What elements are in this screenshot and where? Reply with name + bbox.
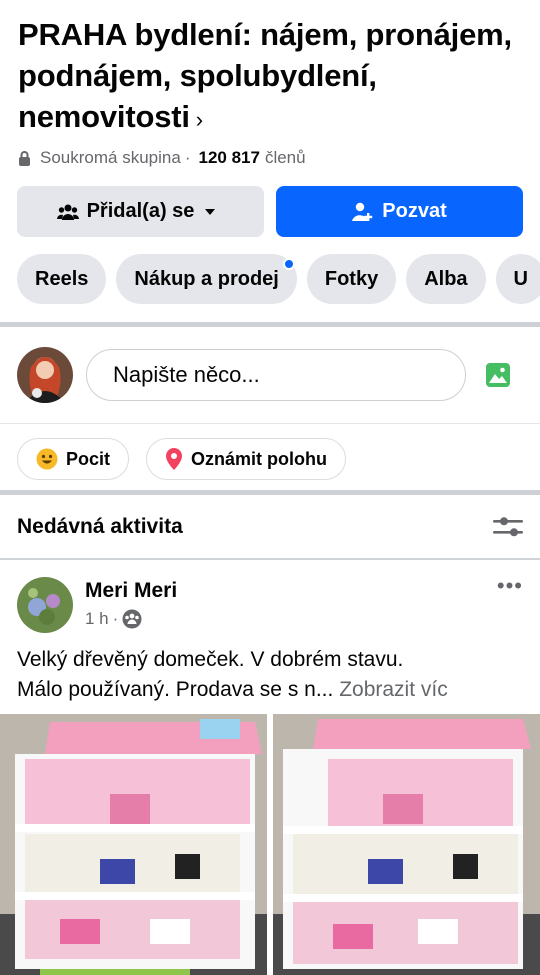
tab-reels[interactable]: Reels [17, 254, 107, 304]
group-title[interactable]: PRAHA bydlení: nájem, pronájem, podnájem… [18, 14, 522, 140]
filter-sliders-icon[interactable] [493, 515, 523, 539]
chevron-right-icon[interactable]: › [196, 107, 203, 132]
post-photos [0, 714, 540, 975]
joined-label: Přidal(a) se [86, 200, 195, 222]
feeling-button[interactable]: Pocit [17, 438, 130, 480]
tab-albums[interactable]: Alba [406, 254, 486, 304]
feed-section-header: Nedávná aktivita [0, 495, 540, 558]
composer-input[interactable]: Napište něco... [86, 349, 466, 401]
avatar[interactable] [17, 347, 73, 403]
section-title: Nedávná aktivita [17, 514, 183, 538]
lock-icon [19, 150, 30, 166]
feeling-label: Pocit [66, 448, 111, 469]
group-icon [56, 204, 79, 220]
tab-label: Nákup a prodej [134, 267, 279, 290]
meta-separator: · [112, 609, 119, 628]
post-photo[interactable] [0, 714, 267, 975]
members-label: členů [264, 148, 306, 167]
public-group-icon [122, 609, 142, 629]
group-title-text[interactable]: PRAHA bydlení: nájem, pronájem, podnájem… [18, 17, 512, 134]
invite-label: Pozvat [382, 200, 447, 222]
member-count[interactable]: 120 817 [198, 148, 259, 168]
group-meta: Soukromá skupina · 120 817 členů [18, 148, 522, 168]
caret-down-icon [205, 208, 216, 215]
meta-separator: · [184, 148, 191, 167]
dollhouse-image [0, 714, 267, 975]
avatar-image [17, 577, 73, 633]
avatar[interactable] [17, 577, 73, 633]
quick-actions: Pocit Oznámit polohu [0, 424, 540, 490]
post-time[interactable]: 1 h [85, 609, 109, 629]
group-actions: Přidal(a) se Pozvat [0, 168, 540, 237]
joined-button[interactable]: Přidal(a) se [17, 186, 264, 237]
location-pin-icon [166, 448, 183, 470]
composer-placeholder: Napište něco... [113, 362, 260, 387]
location-button[interactable]: Oznámit polohu [146, 438, 346, 480]
photo-icon[interactable] [486, 363, 510, 387]
post-text-line: Velký dřevěný domeček. V dobrém stavu. [17, 648, 404, 671]
group-header: PRAHA bydlení: nájem, pronájem, podnájem… [0, 0, 540, 168]
post: Meri Meri 1 h · ••• Velký dřevěný domeče… [0, 560, 540, 705]
post-info: Meri Meri 1 h · [85, 577, 497, 629]
tab-label: U [513, 267, 528, 290]
dollhouse-image [273, 714, 540, 975]
invite-button[interactable]: Pozvat [276, 186, 523, 237]
post-meta: 1 h · [85, 609, 497, 629]
location-label: Oznámit polohu [191, 448, 327, 469]
post-header: Meri Meri 1 h · ••• [0, 560, 540, 633]
tab-label: Reels [35, 267, 89, 290]
add-person-icon [352, 202, 373, 221]
privacy-label: Soukromá skupina [40, 148, 181, 167]
tab-label: Alba [424, 267, 468, 290]
see-more-link[interactable]: Zobrazit víc [339, 678, 448, 701]
tab-more[interactable]: U [495, 254, 540, 304]
post-composer: Napište něco... [0, 327, 540, 423]
tab-buy-sell[interactable]: Nákup a prodej [116, 254, 297, 304]
more-options-icon[interactable]: ••• [497, 573, 523, 599]
post-text-line: Málo používaný. Prodava se s n... [17, 678, 334, 701]
smiley-icon [36, 448, 58, 470]
tab-photos[interactable]: Fotky [306, 254, 397, 304]
post-text-line-2: Málo používaný. Prodava se s n... Zobraz… [17, 675, 523, 705]
notification-dot [282, 258, 295, 270]
post-author[interactable]: Meri Meri [85, 579, 497, 603]
avatar-image [17, 347, 73, 403]
tab-label: Fotky [324, 267, 379, 290]
post-text: Velký dřevěný domeček. V dobrém stavu. M… [0, 633, 540, 705]
post-photo[interactable] [273, 714, 540, 975]
group-tabs: Reels Nákup a prodej Fotky Alba U [0, 237, 540, 304]
